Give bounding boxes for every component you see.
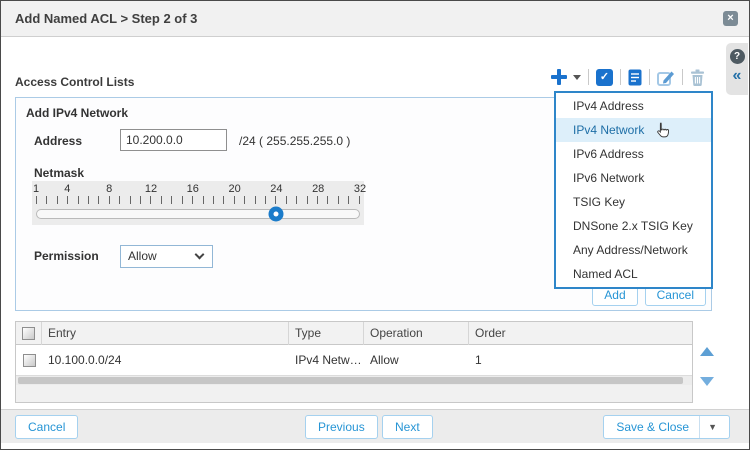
- menu-item-dnsone-tsig-key[interactable]: DNSone 2.x TSIG Key: [556, 214, 711, 238]
- table-empty-area: [16, 385, 692, 402]
- tick-label: 8: [106, 183, 112, 195]
- column-header-entry[interactable]: Entry: [42, 322, 289, 345]
- section-title: Access Control Lists: [15, 75, 134, 89]
- previous-button[interactable]: Previous: [305, 415, 378, 439]
- netmask-slider-handle[interactable]: [268, 207, 283, 222]
- edit-icon[interactable]: [657, 69, 675, 86]
- tick-label: 24: [270, 183, 282, 195]
- dialog-titlebar: Add Named ACL > Step 2 of 3 ×: [1, 1, 749, 37]
- header-checkbox-cell: [16, 322, 42, 345]
- trash-icon[interactable]: [690, 69, 705, 86]
- tick-label: 32: [354, 183, 366, 195]
- acl-toolbar: ✓: [551, 65, 705, 89]
- tick-label: 12: [145, 183, 157, 195]
- toolbar-separator: [588, 69, 589, 85]
- address-netmask-suffix: /24 ( 255.255.255.0 ): [239, 134, 350, 148]
- side-help-strip: ? «: [726, 43, 748, 95]
- panel-title: Add IPv4 Network: [26, 106, 128, 120]
- address-label: Address: [34, 134, 82, 148]
- save-and-close-button[interactable]: Save & Close ▼: [603, 415, 730, 439]
- save-and-close-label: Save & Close: [616, 416, 689, 438]
- row-entry-value: 10.100.0.0/24: [42, 353, 289, 367]
- add-named-acl-dialog: Add Named ACL > Step 2 of 3 × ? « Access…: [0, 0, 750, 450]
- add-icon[interactable]: [551, 69, 567, 85]
- permission-label: Permission: [34, 249, 99, 263]
- horizontal-scrollbar-thumb[interactable]: [18, 377, 683, 384]
- address-input[interactable]: [120, 129, 227, 151]
- netmask-label: Netmask: [34, 166, 84, 180]
- acl-entries-table: Entry Type Operation Order 10.100.0.0/24…: [15, 321, 693, 403]
- permission-value: Allow: [128, 249, 157, 263]
- move-up-icon[interactable]: [700, 347, 714, 356]
- row-order-value: 1: [469, 353, 692, 367]
- menu-item-ipv6-network[interactable]: IPv6 Network: [556, 166, 711, 190]
- chevron-down-icon: [195, 250, 205, 260]
- menu-item-any-address-network[interactable]: Any Address/Network: [556, 238, 711, 262]
- horizontal-scrollbar: [16, 376, 692, 385]
- toolbar-separator: [620, 69, 621, 85]
- dialog-title: Add Named ACL > Step 2 of 3: [15, 1, 197, 37]
- row-operation-value: Allow: [364, 353, 469, 367]
- menu-item-ipv4-network[interactable]: IPv4 Network: [556, 118, 711, 142]
- tick-label: 4: [64, 183, 70, 195]
- netmask-tick-labels: 1 4 8 12 16 20 24 28 32: [36, 183, 360, 196]
- row-type-value: IPv4 Netw…: [289, 353, 364, 367]
- close-icon[interactable]: ×: [723, 11, 738, 26]
- table-header-row: Entry Type Operation Order: [16, 322, 692, 345]
- menu-item-ipv4-address[interactable]: IPv4 Address: [556, 94, 711, 118]
- toolbar-separator: [649, 69, 650, 85]
- dialog-footer: Cancel Previous Next Save & Close ▼: [1, 409, 749, 443]
- column-header-operation[interactable]: Operation: [364, 322, 469, 345]
- help-icon[interactable]: ?: [730, 49, 745, 64]
- netmask-slider: 1 4 8 12 16 20 24 28 32: [32, 181, 364, 225]
- menu-item-ipv6-address[interactable]: IPv6 Address: [556, 142, 711, 166]
- hand-cursor-icon: [654, 122, 671, 139]
- tick-label: 16: [187, 183, 199, 195]
- table-row[interactable]: 10.100.0.0/24 IPv4 Netw… Allow 1: [16, 345, 692, 376]
- select-all-checkbox[interactable]: [22, 327, 35, 340]
- next-button[interactable]: Next: [382, 415, 433, 439]
- collapse-panel-icon[interactable]: «: [726, 68, 748, 84]
- netmask-ticks: [36, 196, 360, 204]
- tick-label: 28: [312, 183, 324, 195]
- tick-label: 20: [228, 183, 240, 195]
- cancel-button[interactable]: Cancel: [15, 415, 78, 439]
- permission-select[interactable]: Allow: [120, 245, 213, 268]
- column-header-order[interactable]: Order: [469, 322, 692, 345]
- menu-item-named-acl[interactable]: Named ACL: [556, 262, 711, 286]
- netmask-slider-track[interactable]: [36, 209, 360, 219]
- select-check-icon[interactable]: ✓: [596, 69, 613, 86]
- move-down-icon[interactable]: [700, 377, 714, 386]
- row-checkbox-cell: [16, 354, 42, 367]
- row-checkbox[interactable]: [23, 354, 36, 367]
- document-icon[interactable]: [628, 69, 642, 86]
- tick-label: 1: [33, 183, 39, 195]
- add-entry-type-menu: IPv4 Address IPv4 Network IPv6 Address I…: [554, 91, 713, 289]
- column-header-type[interactable]: Type: [289, 322, 364, 345]
- save-options-caret-icon[interactable]: ▼: [699, 416, 717, 438]
- toolbar-separator: [682, 69, 683, 85]
- menu-item-tsig-key[interactable]: TSIG Key: [556, 190, 711, 214]
- add-caret-icon[interactable]: [573, 75, 581, 80]
